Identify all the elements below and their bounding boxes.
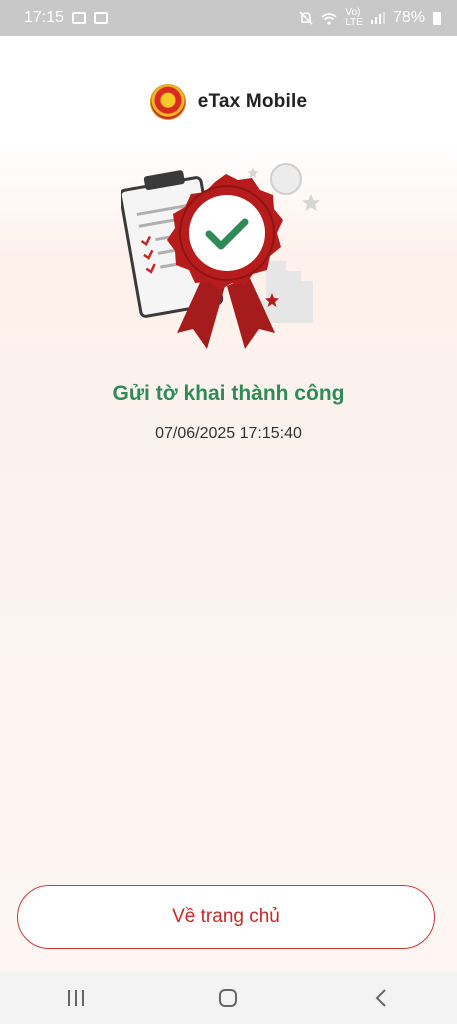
app-header: eTax Mobile — [0, 84, 457, 120]
status-time: 17:15 — [24, 9, 65, 26]
home-button[interactable]: Về trang chủ — [17, 885, 435, 949]
national-emblem-icon — [149, 84, 186, 120]
battery-icon — [433, 11, 441, 25]
check-icon — [94, 12, 109, 24]
result-title: Gửi tờ khai thành công — [112, 382, 345, 405]
battery-percent: 78% — [392, 9, 425, 26]
app-name: eTax Mobile — [197, 91, 308, 112]
recent-apps-button[interactable] — [56, 978, 96, 1018]
recent-apps-icon — [68, 990, 85, 1006]
wifi-icon — [321, 12, 337, 25]
gallery-icon — [72, 12, 87, 24]
home-nav-button[interactable] — [208, 978, 248, 1018]
back-icon — [375, 989, 386, 1007]
status-bar-left: 17:15 — [24, 9, 109, 27]
network-type: Vo) LTE — [345, 8, 363, 28]
signal-icon — [370, 12, 385, 24]
back-button[interactable] — [361, 978, 401, 1018]
status-bar: 17:15 Vo) LTE 78% — [0, 0, 457, 36]
success-certificate-icon — [121, 163, 320, 349]
mute-icon — [299, 11, 313, 25]
network-sub-label: LTE — [345, 17, 363, 28]
status-bar-right: Vo) LTE 78% — [299, 8, 441, 28]
content: eTax Mobile Gửi tờ khai thành công 07/06… — [0, 36, 457, 972]
system-nav-bar — [0, 972, 457, 1024]
home-icon — [219, 989, 238, 1007]
result-datetime: 07/06/2025 17:15:40 — [155, 425, 302, 442]
